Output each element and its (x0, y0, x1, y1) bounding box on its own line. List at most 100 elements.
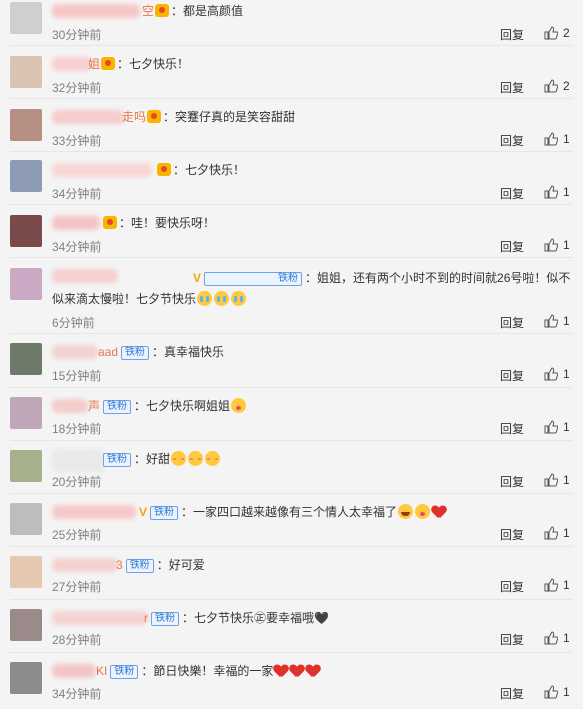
like-button[interactable]: 1 (544, 185, 570, 199)
reply-button[interactable]: 回复 (500, 314, 524, 331)
comment-item: V 铁粉 ：姐姐，还有两个小时不到的时间就26号啦！似不似来滴太慢啦！七夕节快乐 6… (0, 258, 583, 334)
comment-time: 34分钟前 (52, 687, 102, 701)
username[interactable]: 空 (142, 4, 154, 18)
avatar[interactable] (10, 503, 42, 535)
reply-button[interactable]: 回复 (500, 578, 524, 595)
like-button[interactable]: 1 (544, 420, 570, 434)
comment-text: ：突蹇仔真的是笑容甜甜 (163, 110, 296, 124)
like-button[interactable]: 1 (544, 367, 570, 381)
medal-icon (103, 216, 117, 229)
comment-text: ：一家四口越来越像有三个情人太幸福了 (181, 505, 398, 519)
reply-button[interactable]: 回复 (500, 685, 524, 702)
reply-button[interactable]: 回复 (500, 132, 524, 149)
avatar[interactable] (10, 109, 42, 141)
thumbs-up-icon (544, 578, 559, 592)
comment-text: ：節日快樂！幸福的一家 (141, 664, 274, 678)
username[interactable]: 3 (116, 558, 123, 572)
like-button[interactable]: 1 (544, 314, 570, 328)
like-button[interactable]: 1 (544, 526, 570, 540)
comment-item: 铁粉 ：好甜 20分钟前 回复 1 (0, 441, 583, 494)
comment-time: 6分钟前 (52, 316, 95, 330)
blush-emoji-icon (205, 451, 221, 466)
thumbs-up-icon (544, 79, 559, 93)
fan-badge: 铁粉 (103, 453, 131, 467)
kiss-emoji-icon (231, 398, 247, 413)
like-count: 1 (563, 526, 570, 540)
like-button[interactable]: 1 (544, 238, 570, 252)
comment-time: 30分钟前 (52, 28, 102, 42)
avatar[interactable] (10, 215, 42, 247)
like-button[interactable]: 2 (544, 26, 570, 40)
avatar[interactable] (10, 450, 42, 482)
username[interactable]: 姐 (88, 57, 100, 71)
username[interactable]: 声 (88, 399, 100, 413)
comment-text-line: V 铁粉 ：姐姐，还有两个小时不到的时间就26号啦！似不似来滴太慢啦！七夕节快乐 (52, 268, 571, 310)
reply-button[interactable]: 回复 (500, 185, 524, 202)
fan-badge: 铁粉 (125, 559, 154, 573)
like-count: 1 (563, 420, 570, 434)
like-count: 1 (563, 367, 570, 381)
reply-button[interactable]: 回复 (500, 526, 524, 543)
thumbs-up-icon (544, 631, 559, 645)
thumbs-up-icon (544, 26, 559, 40)
comment-text: ：都是高颜值 (171, 4, 244, 18)
comment-text-line: ：七夕快乐！ (52, 162, 571, 178)
like-count: 1 (563, 473, 570, 487)
comment-text: ：七夕快乐！ (117, 57, 190, 71)
comment-item: 姐 ：七夕快乐！ 32分钟前 回复 2 (0, 46, 583, 99)
username[interactable]: KI (96, 664, 107, 678)
avatar[interactable] (10, 160, 42, 192)
like-button[interactable]: 1 (544, 578, 570, 592)
comment-item: 走吗 ：突蹇仔真的是笑容甜甜 33分钟前 回复 1 (0, 99, 583, 152)
avatar[interactable] (10, 2, 42, 34)
crying-emoji-icon (214, 291, 230, 306)
comment-time: 15分钟前 (52, 369, 102, 383)
comment-text-line: 铁粉 ：好甜 (52, 451, 571, 467)
avatar[interactable] (10, 609, 42, 641)
avatar[interactable] (10, 397, 42, 429)
comment-text-line: aad 铁粉 ：真幸福快乐 (52, 344, 571, 360)
comment-text: ：七夕快乐啊姐姐 (134, 399, 231, 413)
reply-button[interactable]: 回复 (500, 238, 524, 255)
comment-item: r 铁粉 ：七夕节快乐㊣要幸福哦🖤 28分钟前 回复 1 (0, 600, 583, 653)
comment-item: KI 铁粉 ：節日快樂！幸福的一家 34分钟前 回复 1 (0, 653, 583, 709)
reply-button[interactable]: 回复 (500, 420, 524, 437)
avatar[interactable] (10, 662, 42, 694)
avatar[interactable] (10, 556, 42, 588)
comment-text: ：真幸福快乐 (152, 345, 225, 359)
like-count: 1 (563, 685, 570, 699)
like-button[interactable]: 1 (544, 685, 570, 699)
reply-button[interactable]: 回复 (500, 631, 524, 648)
like-count: 1 (563, 314, 570, 328)
avatar[interactable] (10, 56, 42, 88)
avatar[interactable] (10, 268, 42, 300)
comment-text: ：七夕节快乐㊣要幸福哦🖤 (182, 611, 329, 625)
like-count: 1 (563, 132, 570, 146)
like-count: 1 (563, 238, 570, 252)
reply-button[interactable]: 回复 (500, 79, 524, 96)
comment-time: 32分钟前 (52, 81, 102, 95)
reply-button[interactable]: 回复 (500, 473, 524, 490)
username[interactable]: aad (98, 345, 118, 359)
heart-icon (306, 665, 320, 678)
fan-badge: 铁粉 (121, 346, 150, 360)
thumbs-up-icon (544, 238, 559, 252)
avatar[interactable] (10, 343, 42, 375)
comment-item: aad 铁粉 ：真幸福快乐 15分钟前 回复 1 (0, 334, 583, 388)
medal-icon (157, 163, 171, 176)
like-button[interactable]: 1 (544, 631, 570, 645)
thumbs-up-icon (544, 473, 559, 487)
like-button[interactable]: 1 (544, 473, 570, 487)
comment-time: 18分钟前 (52, 422, 102, 436)
username[interactable]: r (144, 611, 148, 625)
like-button[interactable]: 2 (544, 79, 570, 93)
comment-text: ：好甜 (134, 452, 171, 466)
comment-item: ：哇！要快乐呀！ 34分钟前 回复 1 (0, 205, 583, 258)
reply-button[interactable]: 回复 (500, 367, 524, 384)
comment-text: ：七夕快乐！ (173, 163, 246, 177)
username[interactable]: 走吗 (122, 110, 146, 124)
comment-time: 25分钟前 (52, 528, 102, 542)
like-button[interactable]: 1 (544, 132, 570, 146)
reply-button[interactable]: 回复 (500, 26, 524, 43)
thumbs-up-icon (544, 420, 559, 434)
